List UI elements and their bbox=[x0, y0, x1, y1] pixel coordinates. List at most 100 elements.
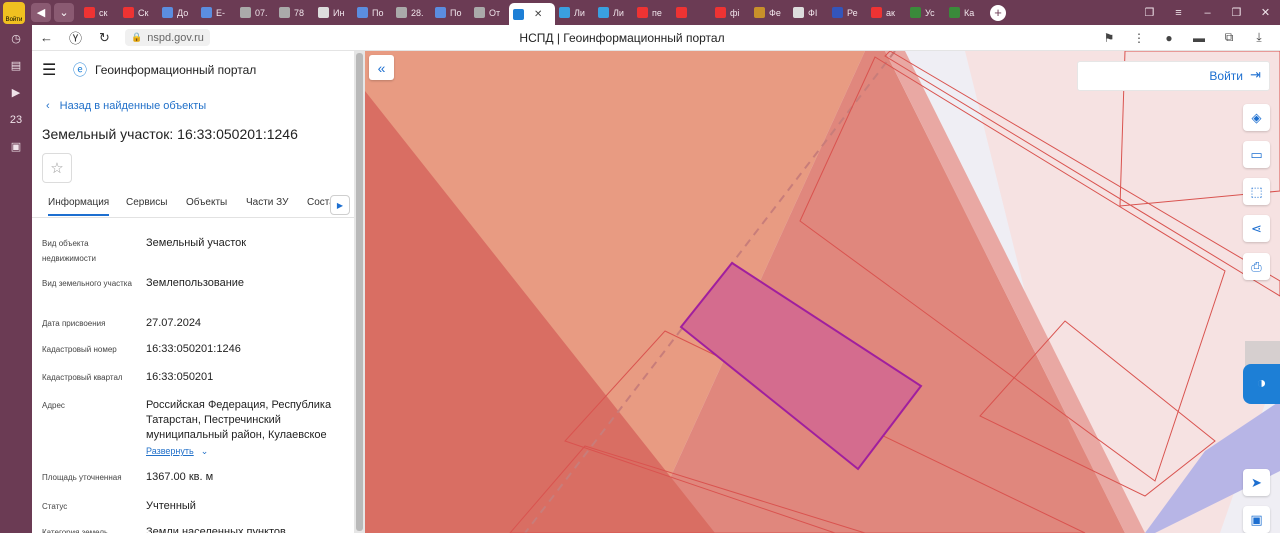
login-label: Войти bbox=[1209, 69, 1243, 83]
tab-favicon-icon bbox=[240, 7, 251, 18]
layers-icon[interactable]: ◈ bbox=[1243, 104, 1270, 131]
browser-tab[interactable]: 78 bbox=[275, 0, 314, 25]
chevron-left-icon: ‹ bbox=[46, 100, 50, 112]
tab-favicon-icon bbox=[123, 7, 134, 18]
tab-favicon-icon bbox=[162, 7, 173, 18]
browser-tab[interactable]: Фе bbox=[750, 0, 789, 25]
select-area-icon[interactable]: ⬚ bbox=[1243, 178, 1270, 205]
close-window-icon[interactable]: ✕ bbox=[1251, 6, 1280, 19]
tab-services[interactable]: Сервисы bbox=[126, 197, 167, 208]
browser-tab[interactable]: ск bbox=[80, 0, 119, 25]
tab-favicon-icon bbox=[949, 7, 960, 18]
scrollbar-thumb[interactable] bbox=[356, 53, 363, 531]
tab-favicon-icon bbox=[715, 7, 726, 18]
tab-objects[interactable]: Объекты bbox=[186, 197, 227, 208]
browser-tab[interactable]: Ре bbox=[828, 0, 867, 25]
vpn-icon[interactable]: ▬ bbox=[1184, 31, 1214, 45]
browser-tab[interactable]: ак bbox=[867, 0, 906, 25]
tab-favicon-icon bbox=[598, 7, 609, 18]
field-label: Вид земельного участка bbox=[42, 279, 132, 288]
browser-tab[interactable]: Е- bbox=[197, 0, 236, 25]
browser-tab[interactable]: 07. bbox=[236, 0, 275, 25]
share-icon[interactable]: ⋖ bbox=[1243, 215, 1270, 242]
calendar-icon[interactable]: 23 bbox=[0, 106, 32, 133]
tab-land-parts[interactable]: Части ЗУ bbox=[246, 197, 288, 208]
close-tab-icon[interactable]: ✕ bbox=[534, 9, 542, 20]
extension-icon[interactable]: ● bbox=[1154, 31, 1184, 45]
url-field[interactable]: 🔒 nspd.gov.ru bbox=[125, 29, 210, 46]
browser-tab[interactable]: Ка bbox=[945, 0, 984, 25]
assistant-badge-icon[interactable]: ◑ bbox=[1243, 364, 1280, 404]
download-icon[interactable]: ⤓ bbox=[1244, 30, 1274, 45]
map-view[interactable] bbox=[365, 51, 1280, 533]
browser-tab[interactable]: По bbox=[431, 0, 470, 25]
browser-tab[interactable]: пе bbox=[633, 0, 672, 25]
tab-favicon-icon bbox=[832, 7, 843, 18]
cards-icon[interactable]: ▣ bbox=[0, 133, 32, 160]
print-icon[interactable]: ⎙ bbox=[1243, 253, 1270, 280]
menu-icon[interactable]: ≡ bbox=[1164, 7, 1193, 19]
speaker-icon[interactable]: ◀ bbox=[31, 3, 51, 22]
tabs-scroll-right-icon[interactable]: ▶ bbox=[330, 195, 350, 215]
minimize-icon[interactable]: – bbox=[1193, 7, 1222, 19]
tab-label: До bbox=[177, 7, 189, 18]
browser-tab-strip: Войти ◀ ⌄ ск Ск До Е- 07. 78 Ин По 28. По От ✕ Ли Ли п… bbox=[0, 0, 1280, 25]
field-value: Земли населенных пунктов bbox=[146, 526, 286, 533]
browser-tab[interactable]: До bbox=[158, 0, 197, 25]
favorite-star-icon[interactable]: ☆ bbox=[42, 153, 72, 183]
back-to-results-link[interactable]: ‹ Назад в найденные объекты bbox=[46, 100, 206, 112]
panel-scrollbar[interactable] bbox=[354, 51, 365, 533]
browser-tab[interactable]: 28. bbox=[392, 0, 431, 25]
new-tab-button[interactable]: + bbox=[990, 4, 1006, 21]
collapse-panel-icon[interactable]: « bbox=[369, 55, 394, 80]
more-icon[interactable]: ⋮ bbox=[1124, 31, 1154, 45]
back-icon[interactable]: ← bbox=[32, 30, 61, 45]
tab-label: 07. bbox=[255, 7, 268, 18]
field-value: Учтенный bbox=[146, 500, 196, 512]
object-title: Земельный участок: 16:33:050201:1246 bbox=[42, 126, 298, 142]
browser-tab[interactable]: По bbox=[353, 0, 392, 25]
browser-tab[interactable]: Ин bbox=[314, 0, 353, 25]
browser-tab[interactable]: Ли bbox=[594, 0, 633, 25]
profile-area[interactable]: Войти bbox=[0, 0, 28, 25]
play-icon[interactable]: ▶ bbox=[0, 79, 32, 106]
portal-title: Геоинформационный портал bbox=[95, 62, 257, 77]
notes-icon[interactable]: ▤ bbox=[0, 52, 32, 79]
browser-tab[interactable]: От bbox=[470, 0, 509, 25]
browser-tab[interactable]: Ли bbox=[555, 0, 594, 25]
bookmark-icon[interactable]: ⚑ bbox=[1094, 31, 1124, 45]
browser-tab[interactable]: Ск bbox=[119, 0, 158, 25]
browser-side-rail: ◷ ▤ ▶ 23 ▣ bbox=[0, 25, 32, 533]
field-value: Земельный участок bbox=[146, 237, 247, 249]
reload-icon[interactable]: ↻ bbox=[90, 30, 119, 46]
browser-tab[interactable]: фі bbox=[711, 0, 750, 25]
field-value: 1367.00 кв. м bbox=[146, 471, 214, 483]
restore-icon[interactable]: ❐ bbox=[1222, 6, 1251, 19]
address-bar-actions: ⚑ ⋮ ● ▬ ⧉ ⤓ bbox=[1094, 25, 1274, 50]
browser-tab[interactable]: ФІ bbox=[789, 0, 828, 25]
browser-tab[interactable] bbox=[672, 0, 711, 25]
tab-favicon-icon bbox=[318, 7, 329, 18]
clock-icon[interactable]: ◷ bbox=[0, 25, 32, 52]
tab-label: По bbox=[450, 7, 462, 18]
translate-icon[interactable]: ⧉ bbox=[1214, 30, 1244, 45]
profile-badge[interactable]: Войти bbox=[3, 1, 25, 24]
map-canvas[interactable] bbox=[365, 51, 1280, 533]
browser-tab[interactable]: Ус bbox=[906, 0, 945, 25]
minimap-icon[interactable]: ▣ bbox=[1243, 506, 1270, 533]
browser-tab-active[interactable]: ✕ bbox=[509, 3, 555, 25]
tab-list-chevron-icon[interactable]: ⌄ bbox=[54, 3, 74, 22]
window-controls: ❐ ≡ – ❐ ✕ bbox=[1135, 0, 1280, 25]
ruler-icon[interactable]: ▭ bbox=[1243, 141, 1270, 168]
locate-icon[interactable]: ➤ bbox=[1243, 469, 1270, 496]
expand-address-link[interactable]: Развернуть ⌄ bbox=[146, 444, 346, 459]
collections-icon[interactable]: ❐ bbox=[1135, 6, 1164, 19]
tab-favicon-icon bbox=[754, 7, 765, 18]
login-button[interactable]: Войти ⇥ bbox=[1077, 61, 1270, 91]
tab-favicon-icon bbox=[910, 7, 921, 18]
tab-information[interactable]: Информация bbox=[48, 197, 110, 216]
tab-label: Ли bbox=[574, 7, 585, 18]
menu-burger-icon[interactable]: ☰ bbox=[42, 60, 64, 80]
lock-icon: 🔒 bbox=[131, 32, 143, 42]
yandex-icon[interactable]: Ⓨ bbox=[61, 28, 90, 47]
